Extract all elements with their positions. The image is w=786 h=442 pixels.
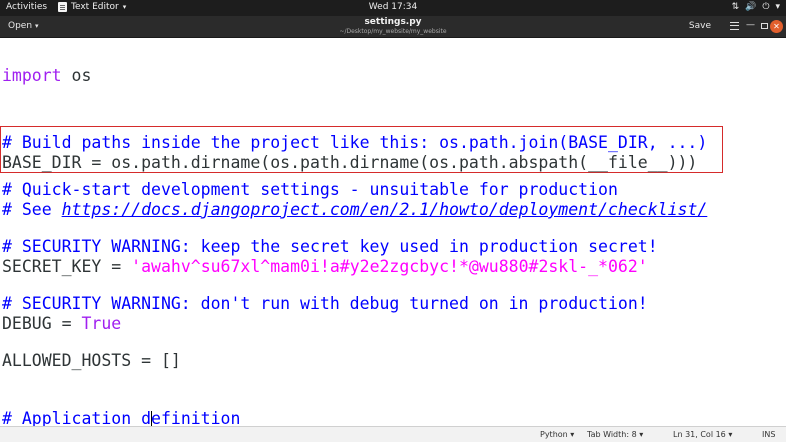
comment: # Build paths inside the project like th… [2, 133, 708, 152]
allowed-hosts-assignment: ALLOWED_HOSTS = [] [2, 351, 181, 370]
editor-header-bar: Open ▾ settings.py ~/Desktop/my_website/… [0, 16, 786, 38]
code-line: DEBUG = True [2, 314, 121, 334]
power-icon: ⏻ [762, 2, 770, 12]
secret-key-name: SECRET_KEY [2, 257, 102, 276]
code-line: # See https://docs.djangoproject.com/en/… [2, 200, 707, 220]
close-icon[interactable]: ✕ [770, 20, 783, 33]
assign-operator: = [101, 257, 132, 276]
chevron-down-icon: ▾ [728, 430, 733, 439]
save-button[interactable]: Save [689, 21, 711, 31]
system-tray[interactable]: ⇅ 🔊 ⏻ ▾ [732, 2, 780, 12]
code-line: # Application definition [2, 409, 240, 426]
comment: efinition [151, 409, 241, 426]
docs-url-link[interactable]: https://docs.djangoproject.com/en/2.1/ho… [62, 200, 708, 219]
cursor-position-label: Ln 31, Col 16 [673, 430, 726, 439]
code-line: # SECURITY WARNING: don't run with debug… [2, 294, 648, 314]
comment: # SECURITY WARNING: don't run with debug… [2, 294, 648, 313]
comment: # Quick-start development settings - uns… [2, 180, 618, 199]
network-icon: ⇅ [731, 2, 740, 12]
cursor-position[interactable]: Ln 31, Col 16 ▾ [673, 430, 732, 439]
import-target: os [61, 66, 92, 85]
file-path: ~/Desktop/my_website/my_website [339, 28, 447, 35]
minimize-icon[interactable]: — [746, 20, 755, 30]
gnome-top-bar: Activities Text Editor ▾ Wed 17:34 ⇅ 🔊 ⏻… [0, 0, 786, 16]
code-line: SECRET_KEY = 'awahv^su67xl^mam0i!a#y2e2z… [2, 257, 648, 277]
language-selector[interactable]: Python ▾ [540, 430, 574, 439]
code-line: BASE_DIR = os.path.dirname(os.path.dirna… [2, 153, 697, 173]
code-line: # Build paths inside the project like th… [2, 133, 707, 153]
status-bar: Python ▾ Tab Width: 8 ▾ Ln 31, Col 16 ▾ … [0, 426, 786, 442]
code-line: # SECURITY WARNING: keep the secret key … [2, 237, 658, 257]
clock[interactable]: Wed 17:34 [0, 2, 786, 12]
keyword-import: import [2, 66, 62, 85]
tab-width-selector[interactable]: Tab Width: 8 ▾ [587, 430, 643, 439]
window-title: settings.py ~/Desktop/my_website/my_webs… [0, 17, 786, 36]
base-dir-assignment: BASE_DIR = os.path.dirname(os.path.dirna… [2, 153, 698, 172]
chevron-down-icon: ▾ [775, 2, 780, 12]
code-line: # Quick-start development settings - uns… [2, 180, 618, 200]
volume-icon: 🔊 [745, 2, 757, 12]
maximize-icon[interactable] [761, 23, 768, 29]
code-line: ALLOWED_HOSTS = [] [2, 351, 181, 371]
code-line: import os [2, 66, 91, 86]
code-editor[interactable]: import os # Build paths inside the proje… [0, 38, 786, 426]
hamburger-menu-icon[interactable] [730, 22, 739, 30]
debug-name: DEBUG [2, 314, 52, 333]
comment: # Application d [2, 409, 152, 426]
debug-value: True [81, 314, 122, 333]
assign-operator: = [51, 314, 82, 333]
insert-mode-indicator: INS [762, 430, 776, 439]
comment: # SECURITY WARNING: keep the secret key … [2, 237, 658, 256]
file-name: settings.py [364, 17, 422, 27]
secret-key-value: 'awahv^su67xl^mam0i!a#y2e2zgcbyc!*@wu880… [131, 257, 648, 276]
comment-prefix: # See [2, 200, 62, 219]
